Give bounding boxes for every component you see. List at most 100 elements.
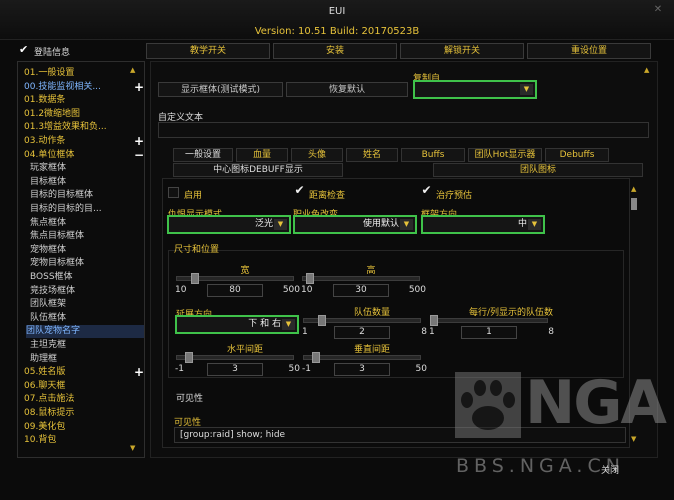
scroll-up-icon[interactable]: ▲: [130, 66, 135, 74]
range-check-checkbox[interactable]: ✔: [294, 184, 305, 196]
chevron-down-icon[interactable]: ▼: [282, 319, 295, 330]
hspacing-slider-track[interactable]: [176, 355, 294, 360]
hspacing-min: -1: [175, 364, 184, 374]
install-button[interactable]: 安装: [273, 43, 397, 59]
sidebar-item[interactable]: 竞技场框体: [30, 285, 140, 298]
sidebar-item[interactable]: 队伍框体: [30, 312, 140, 325]
vspacing-slider-thumb[interactable]: [311, 352, 320, 363]
close-button[interactable]: 关闭: [580, 464, 640, 479]
grow-direction-value: 下 和 右: [248, 319, 281, 329]
paw-logo-icon: [455, 372, 521, 438]
sidebar-item[interactable]: 07.点击施法: [24, 393, 134, 406]
sidebar-item[interactable]: 05.姓名版: [24, 366, 134, 379]
per-row-slider-thumb[interactable]: [430, 315, 438, 326]
width-value-input[interactable]: 80: [207, 284, 263, 297]
per-row-value-input[interactable]: 1: [461, 326, 517, 339]
reset-position-button[interactable]: 重设位置: [527, 43, 651, 59]
sidebar-item[interactable]: 08.鼠标提示: [24, 407, 134, 420]
enable-checkbox[interactable]: [168, 187, 179, 198]
scroll-down-icon[interactable]: ▼: [130, 444, 135, 452]
chevron-down-icon[interactable]: ▼: [274, 219, 287, 230]
login-info-label[interactable]: 登陆信息: [34, 45, 70, 58]
sidebar-item[interactable]: 目标框体: [30, 176, 140, 189]
sidebar-item[interactable]: 玩家框体: [30, 162, 140, 175]
sidebar-item[interactable]: 宠物目标框体: [30, 257, 140, 270]
sidebar-item[interactable]: 团队框架: [30, 298, 140, 311]
width-max: 500: [282, 285, 300, 295]
custom-text-input[interactable]: [158, 122, 649, 138]
sidebar-item[interactable]: 00.技能监视相关...: [24, 81, 134, 94]
vspacing-label: 垂直间距: [353, 345, 390, 355]
close-icon[interactable]: ✕: [649, 4, 667, 18]
chevron-down-icon[interactable]: ▼: [520, 84, 533, 95]
restore-default-button[interactable]: 恢复默认: [286, 82, 408, 97]
tab-center-debuff[interactable]: 中心图标DEBUFF显示: [173, 163, 343, 177]
grow-direction-dropdown[interactable]: 下 和 右 ▼: [175, 315, 299, 334]
tab-item[interactable]: 一般设置: [173, 148, 233, 162]
threat-mode-dropdown[interactable]: 泛光 ▼: [167, 215, 291, 234]
width-slider-thumb[interactable]: [191, 273, 200, 284]
tab-item[interactable]: Buffs: [401, 148, 465, 162]
group-count-slider-thumb[interactable]: [318, 315, 327, 326]
group-count-label: 队伍数量: [353, 308, 390, 318]
tab-item[interactable]: 血量: [236, 148, 288, 162]
width-min: 10: [175, 285, 187, 295]
sidebar-item[interactable]: 03.动作条: [24, 135, 134, 148]
role-color-dropdown[interactable]: 使用默认 ▼: [293, 215, 417, 234]
heal-predict-checkbox[interactable]: ✔: [421, 184, 432, 196]
main-scroll-up-icon[interactable]: ▲: [644, 66, 649, 74]
tab-item[interactable]: 头像: [291, 148, 343, 162]
sidebar-item[interactable]: 宠物框体: [30, 244, 140, 257]
hspacing-label: 水平间距: [226, 345, 263, 355]
sidebar-item[interactable]: 焦点框体: [30, 217, 140, 230]
sidebar-item[interactable]: 01.一般设置: [24, 67, 134, 80]
per-row-max: 8: [548, 327, 554, 337]
sidebar-item[interactable]: 09.美化包: [24, 421, 134, 434]
vspacing-max: 50: [415, 364, 427, 374]
sidebar-item[interactable]: 04.单位框体: [24, 149, 134, 162]
sidebar-item[interactable]: 焦点目标框体: [30, 230, 140, 243]
sidebar-item[interactable]: 团队宠物名字: [26, 325, 144, 339]
hspacing-slider-thumb[interactable]: [184, 352, 193, 363]
hspacing-value-input[interactable]: 3: [207, 363, 263, 376]
sidebar-item[interactable]: 01.3增益效果和负...: [24, 121, 134, 134]
height-slider-thumb[interactable]: [306, 273, 315, 284]
width-label: 宽: [240, 266, 250, 276]
copy-from-dropdown[interactable]: ▼: [413, 80, 537, 99]
sidebar-item[interactable]: BOSS框体: [30, 271, 140, 284]
sidebar-item[interactable]: 目标的目标的目...: [30, 203, 140, 216]
tutorial-toggle-button[interactable]: 教学开关: [146, 43, 270, 59]
vspacing-min: -1: [302, 364, 311, 374]
chevron-down-icon[interactable]: ▼: [528, 219, 541, 230]
sidebar-scrollbar[interactable]: ▲ ▼: [129, 62, 139, 457]
window-title: EUI: [328, 6, 346, 17]
sidebar: 01.一般设置 00.技能监视相关... +01.数据条 01.2微缩地图 01.3增益…: [17, 61, 145, 458]
group-count-value-input[interactable]: 2: [334, 326, 390, 339]
sidebar-item[interactable]: 助理框: [30, 353, 140, 366]
vspacing-slider-track[interactable]: [303, 355, 421, 360]
tab-raid-icon[interactable]: 团队图标: [433, 163, 643, 177]
height-value-input[interactable]: 30: [333, 284, 389, 297]
login-info-check-icon: ✔: [19, 43, 29, 56]
chevron-down-icon[interactable]: ▼: [400, 219, 413, 230]
unlock-toggle-button[interactable]: 解锁开关: [400, 43, 524, 59]
sidebar-item[interactable]: 主坦克框: [30, 339, 140, 352]
sidebar-item[interactable]: 10.背包: [24, 434, 134, 447]
tab-item[interactable]: Debuffs: [545, 148, 609, 162]
sidebar-item[interactable]: 06.聊天框: [24, 380, 134, 393]
inner-scrollbar-thumb[interactable]: [631, 198, 637, 210]
per-row-min: 1: [429, 327, 435, 337]
sidebar-item[interactable]: 01.数据条: [24, 94, 134, 107]
inner-scroll-up-icon[interactable]: ▲: [631, 185, 636, 193]
sidebar-item[interactable]: 01.2微缩地图: [24, 108, 134, 121]
per-row-slider-track[interactable]: [430, 318, 548, 323]
range-check-label: 距离检查: [309, 191, 346, 201]
sidebar-item[interactable]: 目标的目标框体: [30, 189, 140, 202]
tab-item[interactable]: 团队Hot显示器: [468, 148, 542, 162]
visibility-section-label: 可见性: [176, 394, 204, 404]
vspacing-value-input[interactable]: 3: [334, 363, 390, 376]
height-slider-track[interactable]: [302, 276, 420, 281]
frame-direction-dropdown[interactable]: 中 ▼: [421, 215, 545, 234]
tab-item[interactable]: 姓名: [346, 148, 398, 162]
show-frame-test-button[interactable]: 显示框体(测试模式): [158, 82, 283, 97]
